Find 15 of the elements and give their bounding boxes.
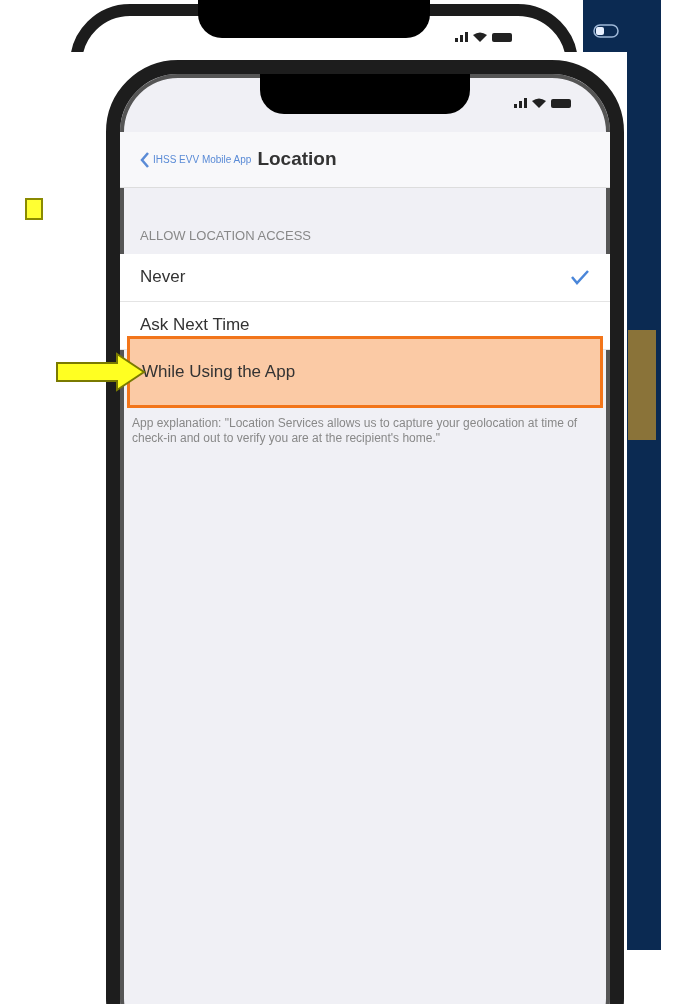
signal-icon bbox=[514, 98, 527, 108]
battery-icon bbox=[551, 98, 571, 108]
option-row[interactable]: While Using the App bbox=[127, 335, 603, 408]
wifi-icon bbox=[473, 32, 487, 42]
chevron-left-icon bbox=[140, 150, 150, 169]
section-footer: App explanation: "Location Services allows us to capture your geolocation at time of check-in and out to verify you are at the recipient's home." bbox=[120, 407, 610, 447]
marker-square bbox=[25, 198, 43, 220]
battery-icon bbox=[492, 32, 512, 42]
signal-icon bbox=[455, 32, 468, 42]
option-row[interactable]: Never bbox=[120, 253, 610, 302]
screen-title: Location bbox=[257, 147, 337, 172]
section-header: ALLOW LOCATION ACCESS bbox=[139, 227, 312, 245]
toggle-icon bbox=[593, 24, 619, 38]
wifi-icon bbox=[532, 98, 546, 108]
checkmark-icon bbox=[570, 269, 590, 285]
